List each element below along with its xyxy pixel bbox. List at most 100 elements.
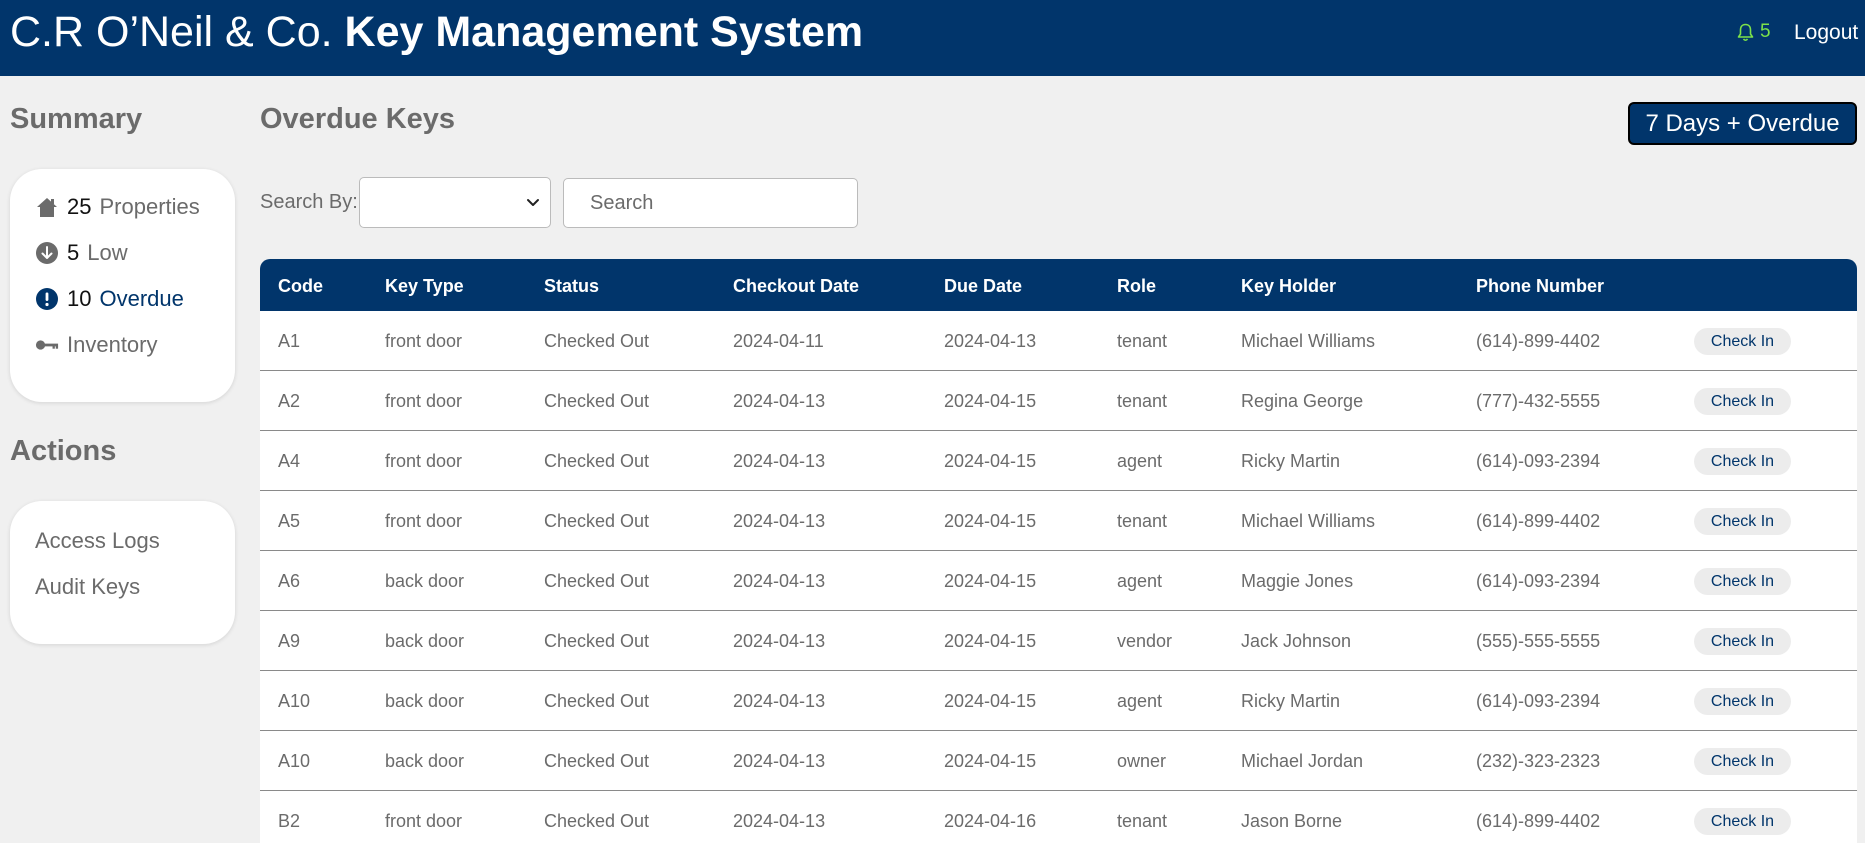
check-in-button[interactable]: Check In xyxy=(1694,388,1791,415)
cell-key-holder: Michael Williams xyxy=(1241,331,1376,351)
properties-label: Properties xyxy=(99,194,200,219)
cell-key-type: back door xyxy=(385,751,465,771)
cell-status: Checked Out xyxy=(544,631,650,651)
cell-due-date: 2024-04-15 xyxy=(944,691,1037,711)
table-row: A10 back door Checked Out 2024-04-13 2024-04… xyxy=(260,671,1857,731)
search-by-label: Search By: xyxy=(260,191,358,213)
check-in-button[interactable]: Check In xyxy=(1694,748,1791,775)
cell-phone-number: (777)-432-5555 xyxy=(1476,391,1601,411)
summary-overdue[interactable]: 10 Overdue xyxy=(35,286,184,312)
check-in-button[interactable]: Check In xyxy=(1694,328,1791,355)
summary-card: 25 Properties 5 Low 10 Overdue Inventory xyxy=(10,169,235,402)
check-in-button[interactable]: Check In xyxy=(1694,568,1791,595)
cell-status: Checked Out xyxy=(544,751,650,771)
app-brand: C.R O’Neil & Co. Key Management System xyxy=(10,8,863,57)
cell-role: agent xyxy=(1117,691,1163,711)
summary-heading: Summary xyxy=(10,103,143,135)
cell-due-date: 2024-04-13 xyxy=(944,331,1037,351)
cell-code: B2 xyxy=(278,811,301,831)
page-title: Overdue Keys xyxy=(260,103,456,135)
cell-key-holder: Michael Jordan xyxy=(1241,751,1364,771)
cell-key-holder: Ricky Martin xyxy=(1241,451,1341,471)
check-in-button[interactable]: Check In xyxy=(1694,808,1791,835)
cell-status: Checked Out xyxy=(544,571,650,591)
cell-due-date: 2024-04-16 xyxy=(944,811,1037,831)
cell-key-type: back door xyxy=(385,571,465,591)
cell-key-type: front door xyxy=(385,391,463,411)
filter-7-days-overdue-button[interactable]: 7 Days + Overdue xyxy=(1628,102,1857,145)
overdue-keys-table: Code Key Type Status Checkout Date Due D… xyxy=(260,259,1857,843)
check-in-button[interactable]: Check In xyxy=(1694,628,1791,655)
overdue-label: Overdue xyxy=(99,286,184,311)
cell-phone-number: (555)-555-5555 xyxy=(1476,631,1601,651)
cell-code: A10 xyxy=(278,691,311,711)
cell-phone-number: (614)-899-4402 xyxy=(1476,811,1601,831)
cell-key-holder: Regina George xyxy=(1241,391,1364,411)
summary-inventory[interactable]: Inventory xyxy=(35,332,158,358)
search-by-select[interactable] xyxy=(359,177,551,228)
company-name: C.R O’Neil & Co. xyxy=(10,8,333,56)
top-nav-bar: C.R O’Neil & Co. Key Management System 5… xyxy=(0,0,1865,76)
audit-keys-link[interactable]: Audit Keys xyxy=(35,574,140,600)
cell-code: A1 xyxy=(278,331,301,351)
low-label: Low xyxy=(87,240,128,265)
cell-checkout-date: 2024-04-13 xyxy=(733,631,826,651)
check-in-button[interactable]: Check In xyxy=(1694,448,1791,475)
cell-code: A9 xyxy=(278,631,301,651)
cell-checkout-date: 2024-04-13 xyxy=(733,751,826,771)
table-row: A2 front door Checked Out 2024-04-13 2024-04… xyxy=(260,371,1857,431)
cell-status: Checked Out xyxy=(544,331,650,351)
cell-phone-number: (614)-093-2394 xyxy=(1476,571,1601,591)
cell-phone-number: (614)-093-2394 xyxy=(1476,691,1601,711)
cell-key-holder: Ricky Martin xyxy=(1241,691,1341,711)
table-header: Code Key Type Status Checkout Date Due D… xyxy=(260,259,1857,311)
cell-phone-number: (614)-093-2394 xyxy=(1476,451,1601,471)
column-header-code: Code xyxy=(278,276,323,296)
cell-role: agent xyxy=(1117,571,1163,591)
table-row: A1 front door Checked Out 2024-04-11 2024-04… xyxy=(260,311,1857,371)
search-input[interactable] xyxy=(563,178,858,228)
cell-key-type: front door xyxy=(385,511,463,531)
cell-due-date: 2024-04-15 xyxy=(944,391,1037,411)
cell-key-type: front door xyxy=(385,451,463,471)
cell-phone-number: (614)-899-4402 xyxy=(1476,331,1601,351)
cell-status: Checked Out xyxy=(544,391,650,411)
cell-key-holder: Michael Williams xyxy=(1241,511,1376,531)
cell-key-type: front door xyxy=(385,811,463,831)
column-header-key-type: Key Type xyxy=(385,276,464,296)
cell-checkout-date: 2024-04-11 xyxy=(733,331,824,351)
access-logs-link[interactable]: Access Logs xyxy=(35,528,160,554)
cell-code: A10 xyxy=(278,751,311,771)
cell-due-date: 2024-04-15 xyxy=(944,751,1037,771)
arrow-down-circle-icon xyxy=(35,241,59,265)
low-count: 5 xyxy=(67,240,80,265)
properties-count: 25 xyxy=(67,194,92,219)
app-title: Key Management System xyxy=(344,8,864,56)
notifications-button[interactable]: 5 xyxy=(1737,21,1771,43)
table-row: A6 back door Checked Out 2024-04-13 2024-04-… xyxy=(260,551,1857,611)
column-header-checkout-date: Checkout Date xyxy=(733,276,860,296)
cell-checkout-date: 2024-04-13 xyxy=(733,451,826,471)
logout-link[interactable]: Logout xyxy=(1794,21,1858,45)
check-in-button[interactable]: Check In xyxy=(1694,508,1791,535)
cell-status: Checked Out xyxy=(544,691,650,711)
cell-role: tenant xyxy=(1117,511,1168,531)
summary-properties[interactable]: 25 Properties xyxy=(35,194,200,220)
overdue-count: 10 xyxy=(67,286,92,311)
actions-card: Access Logs Audit Keys xyxy=(10,501,235,644)
cell-code: A2 xyxy=(278,391,301,411)
cell-due-date: 2024-04-15 xyxy=(944,451,1037,471)
summary-low[interactable]: 5 Low xyxy=(35,240,128,266)
cell-due-date: 2024-04-15 xyxy=(944,571,1037,591)
actions-heading: Actions xyxy=(10,435,117,467)
inventory-label: Inventory xyxy=(67,332,158,357)
bell-icon xyxy=(1737,23,1754,41)
cell-role: vendor xyxy=(1117,631,1173,651)
cell-key-type: front door xyxy=(385,331,463,351)
cell-status: Checked Out xyxy=(544,451,650,471)
cell-role: agent xyxy=(1117,451,1163,471)
cell-role: tenant xyxy=(1117,391,1168,411)
cell-code: A6 xyxy=(278,571,301,591)
check-in-button[interactable]: Check In xyxy=(1694,688,1791,715)
key-icon xyxy=(35,333,59,357)
